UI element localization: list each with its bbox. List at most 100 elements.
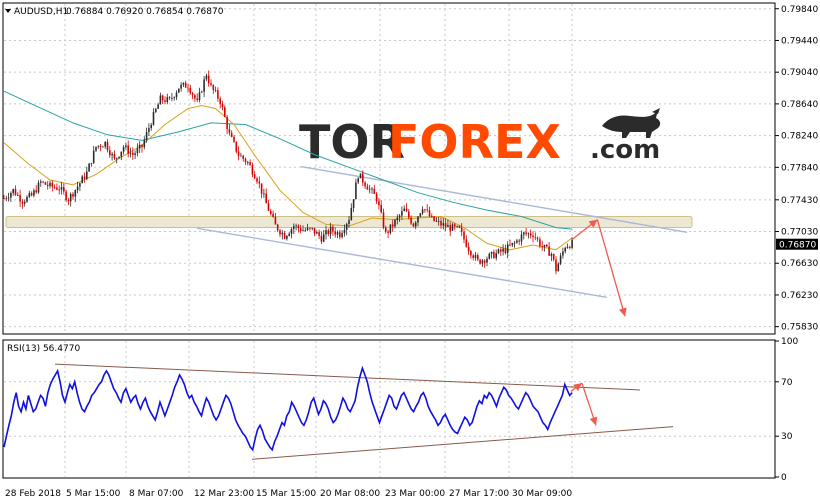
candle-body bbox=[472, 255, 474, 258]
candle-body bbox=[233, 136, 235, 142]
candle-body bbox=[30, 193, 33, 196]
candle-body bbox=[373, 188, 376, 194]
candle-body bbox=[12, 189, 14, 193]
candle-body bbox=[155, 108, 157, 112]
candle-body bbox=[389, 224, 392, 233]
candle-body bbox=[249, 162, 251, 166]
candle-body bbox=[419, 213, 422, 217]
price-axis: 0.79840 0.79440 0.79040 0.78640 0.78240 0.778… bbox=[775, 5, 818, 333]
candle-body bbox=[442, 223, 445, 226]
candle-body bbox=[320, 235, 323, 242]
candle-body bbox=[546, 244, 548, 247]
candle-body bbox=[421, 209, 424, 214]
price-tick-label: 0.79440 bbox=[781, 36, 818, 46]
candle-body bbox=[460, 227, 463, 232]
candle-body bbox=[191, 93, 194, 96]
candle-body bbox=[343, 229, 346, 234]
candle-body bbox=[352, 199, 355, 208]
candle-body bbox=[329, 226, 332, 235]
candle-body bbox=[194, 95, 196, 99]
price-tick-label: 0.76230 bbox=[781, 291, 818, 301]
candle-body bbox=[166, 97, 169, 103]
candle-body bbox=[398, 215, 401, 218]
candle-body bbox=[17, 194, 19, 196]
candle-body bbox=[525, 232, 527, 234]
candle-body bbox=[479, 259, 481, 264]
candle-body bbox=[102, 146, 104, 148]
candle-body bbox=[281, 232, 284, 235]
candle-body bbox=[327, 230, 330, 235]
candle-body bbox=[488, 253, 491, 259]
candle-body bbox=[334, 231, 336, 235]
candle-body bbox=[56, 187, 58, 190]
candle-body bbox=[95, 146, 97, 151]
candle-body bbox=[251, 165, 254, 175]
candle-body bbox=[157, 104, 159, 109]
candle-body bbox=[99, 145, 102, 147]
candle-body bbox=[557, 263, 560, 272]
candle-body bbox=[474, 255, 477, 258]
candle-body bbox=[58, 189, 60, 191]
candle-body bbox=[391, 224, 394, 227]
time-axis: 28 Feb 2018 5 Mar 15:00 8 Mar 07:00 12 Mar … bbox=[5, 489, 572, 499]
rsi-label: RSI(13) 56.4770 bbox=[7, 344, 80, 354]
price-tick-label: 0.78240 bbox=[781, 132, 818, 142]
candle-body bbox=[226, 116, 228, 130]
candle-body bbox=[201, 91, 203, 93]
candle-body bbox=[309, 227, 311, 229]
candle-body bbox=[159, 95, 162, 105]
candle-body bbox=[23, 201, 26, 204]
candle-body bbox=[196, 98, 198, 101]
candle-body bbox=[88, 163, 90, 172]
candle-body bbox=[516, 240, 518, 243]
candle-body bbox=[362, 173, 364, 183]
candle-body bbox=[113, 153, 116, 159]
candle-body bbox=[44, 182, 47, 185]
candle-body bbox=[260, 183, 263, 194]
candle-body bbox=[513, 242, 516, 244]
time-tick-label: 8 Mar 07:00 bbox=[129, 489, 184, 499]
candle-body bbox=[536, 237, 539, 240]
candle-body bbox=[449, 225, 451, 231]
candle-body bbox=[237, 151, 240, 156]
candle-body bbox=[451, 224, 454, 231]
candle-body bbox=[83, 176, 86, 179]
current-price-label: 0.76870 bbox=[779, 241, 816, 251]
candle-body bbox=[543, 244, 546, 247]
candle-body bbox=[509, 244, 511, 246]
candle-body bbox=[490, 251, 493, 254]
candle-body bbox=[458, 226, 461, 228]
candle-body bbox=[564, 247, 566, 252]
candle-body bbox=[76, 186, 79, 190]
candle-body bbox=[506, 244, 509, 253]
candle-body bbox=[244, 158, 247, 163]
candle-body bbox=[214, 89, 217, 91]
candle-body bbox=[414, 222, 417, 227]
candle-body bbox=[378, 201, 380, 206]
candle-body bbox=[454, 224, 456, 227]
candle-body bbox=[382, 212, 385, 228]
candle-body bbox=[7, 197, 10, 199]
rsi-tick-label: 30 bbox=[781, 432, 793, 442]
candle-body bbox=[548, 246, 550, 256]
candle-body bbox=[148, 128, 150, 133]
candle-body bbox=[189, 87, 192, 94]
candle-body bbox=[447, 225, 449, 227]
chart-canvas: TOR FOREX .com 0.798400.794400.790400.78… bbox=[2, 2, 818, 499]
candle-body bbox=[178, 88, 180, 93]
candle-body bbox=[433, 216, 435, 221]
candle-body bbox=[520, 234, 523, 242]
price-tick-label: 0.78640 bbox=[781, 100, 818, 110]
candle-body bbox=[138, 144, 141, 149]
candle-body bbox=[67, 200, 70, 202]
candle-body bbox=[410, 217, 412, 224]
price-tick-label: 0.76630 bbox=[781, 259, 818, 269]
candle-body bbox=[470, 251, 472, 256]
candle-body bbox=[63, 186, 65, 192]
time-tick-label: 23 Mar 00:00 bbox=[385, 489, 445, 499]
candle-body bbox=[311, 227, 313, 229]
candle-body bbox=[341, 233, 343, 238]
rsi-panel bbox=[2, 339, 776, 479]
candle-body bbox=[235, 141, 238, 152]
time-tick-label: 20 Mar 08:00 bbox=[320, 489, 380, 499]
